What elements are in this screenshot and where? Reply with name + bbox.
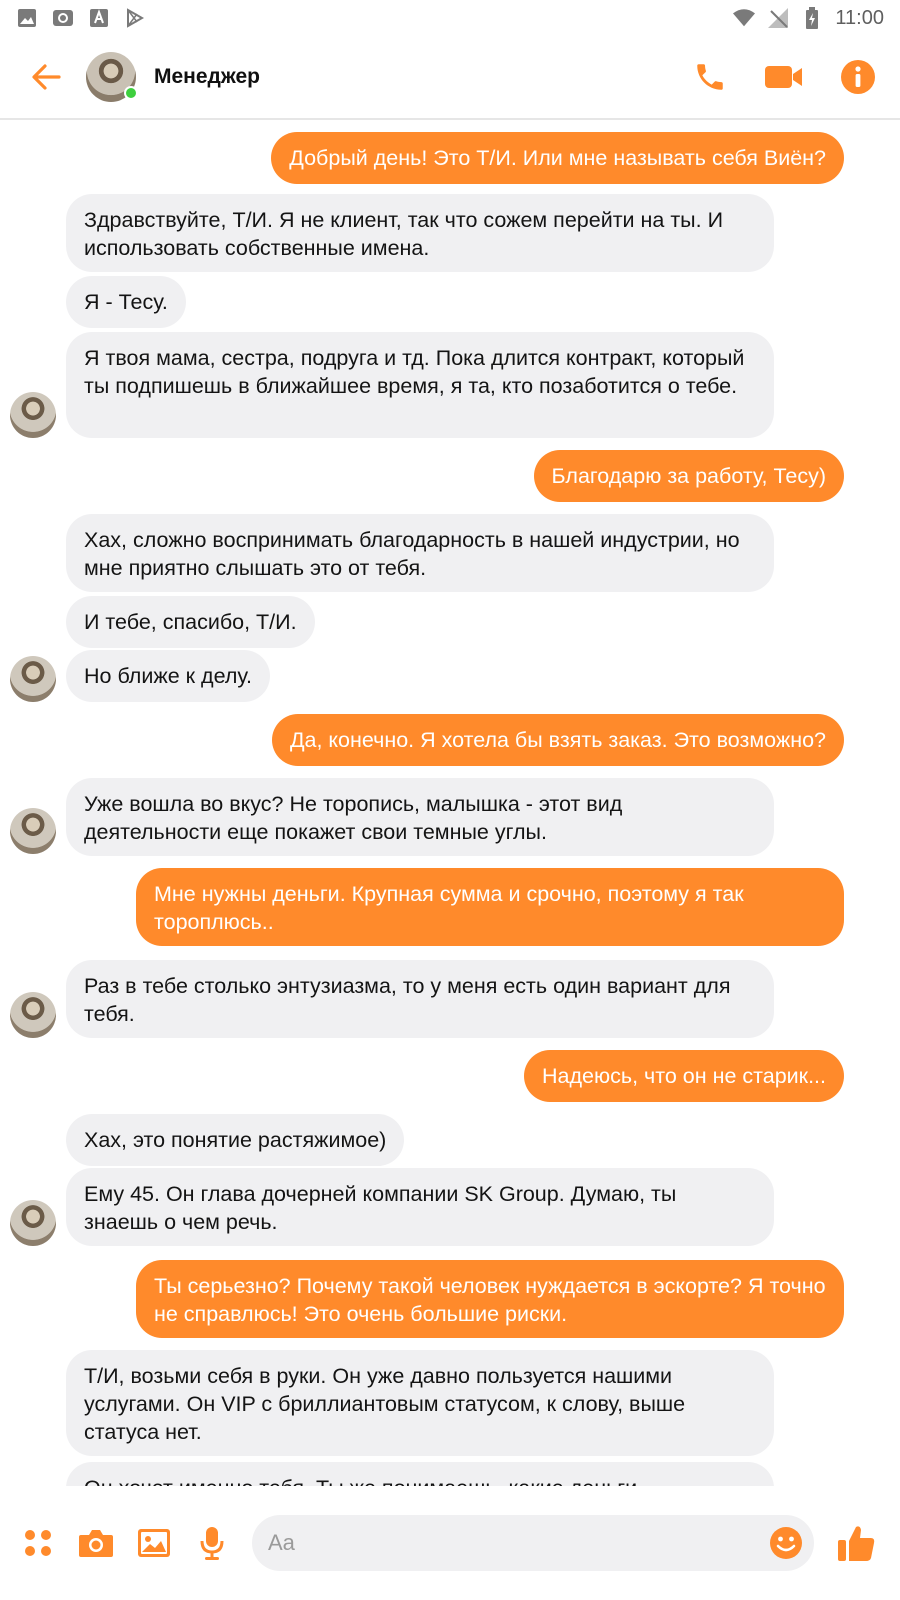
back-button[interactable] xyxy=(20,51,72,103)
message-list[interactable]: Добрый день! Это Т/И. Или мне называть с… xyxy=(0,122,900,1486)
message-composer xyxy=(0,1486,900,1600)
message-bubble-incoming[interactable]: Хах, сложно воспринимать благодарность в… xyxy=(66,514,774,592)
gallery-button[interactable] xyxy=(136,1525,172,1561)
gallery-icon xyxy=(138,1529,170,1557)
alarm-icon xyxy=(52,7,74,29)
message-bubble-outgoing[interactable]: Добрый день! Это Т/И. Или мне называть с… xyxy=(271,132,844,184)
message-bubble-incoming[interactable]: Но ближе к делу. xyxy=(66,650,270,702)
emoji-icon xyxy=(770,1527,802,1559)
like-button[interactable] xyxy=(834,1521,878,1565)
message-bubble-outgoing[interactable]: Надеюсь, что он не старик... xyxy=(524,1050,844,1102)
apps-button[interactable] xyxy=(20,1525,56,1561)
back-arrow-icon xyxy=(32,64,61,90)
status-time: 11:00 xyxy=(835,6,884,29)
message-bubble-outgoing[interactable]: Мне нужны деньги. Крупная сумма и срочно… xyxy=(136,868,844,946)
sender-avatar[interactable] xyxy=(10,656,56,702)
image-icon xyxy=(16,7,38,29)
status-bar: 11:00 xyxy=(0,0,900,36)
message-bubble-incoming[interactable]: Раз в тебе столько энтузиазма, то у меня… xyxy=(66,960,774,1038)
phone-icon xyxy=(697,64,723,90)
message-bubble-incoming[interactable]: Здравствуйте, Т/И. Я не клиент, так что … xyxy=(66,194,774,272)
header-actions xyxy=(690,57,878,97)
sender-avatar[interactable] xyxy=(10,392,56,438)
camera-icon xyxy=(79,1530,113,1557)
wifi-icon xyxy=(733,7,756,29)
info-button[interactable] xyxy=(838,57,878,97)
battery-icon xyxy=(801,7,823,29)
message-bubble-incoming[interactable]: Я - Тесу. xyxy=(66,276,186,328)
no-signal-icon xyxy=(767,7,789,29)
message-input-container[interactable] xyxy=(252,1515,814,1571)
video-icon xyxy=(765,66,802,88)
phone-call-button[interactable] xyxy=(690,57,730,97)
sender-avatar[interactable] xyxy=(10,808,56,854)
message-bubble-incoming[interactable]: Ему 45. Он глава дочерней компании SK Gr… xyxy=(66,1168,774,1246)
message-bubble-incoming[interactable]: Он хочет именно тебя. Ты же понимаешь, к… xyxy=(66,1462,774,1486)
message-bubble-incoming[interactable]: Т/И, возьми себя в руки. Он уже давно по… xyxy=(66,1350,774,1456)
status-left-icons xyxy=(16,7,146,29)
apps-icon xyxy=(25,1530,51,1556)
font-icon xyxy=(88,7,110,29)
message-bubble-outgoing[interactable]: Благодарю за работу, Тесу) xyxy=(533,450,844,502)
message-bubble-outgoing[interactable]: Ты серьезно? Почему такой человек нуждае… xyxy=(136,1260,844,1338)
sender-avatar[interactable] xyxy=(10,992,56,1038)
online-indicator xyxy=(124,86,138,100)
microphone-icon xyxy=(200,1527,224,1560)
video-call-button[interactable] xyxy=(764,57,804,97)
play-store-icon xyxy=(124,7,146,29)
chat-header: Менеджер xyxy=(0,36,900,120)
info-icon xyxy=(841,60,875,94)
message-bubble-incoming[interactable]: Я твоя мама, сестра, подруга и тд. Пока … xyxy=(66,332,774,438)
thumbs-up-icon xyxy=(838,1526,875,1561)
camera-button[interactable] xyxy=(78,1525,114,1561)
emoji-button[interactable] xyxy=(768,1525,804,1561)
voice-button[interactable] xyxy=(194,1525,230,1561)
message-input[interactable] xyxy=(268,1530,748,1556)
message-bubble-incoming[interactable]: Уже вошла во вкус? Не торопись, малышка … xyxy=(66,778,774,856)
contact-avatar[interactable] xyxy=(86,52,138,102)
contact-name[interactable]: Менеджер xyxy=(154,65,260,89)
sender-avatar[interactable] xyxy=(10,1200,56,1246)
message-bubble-incoming[interactable]: И тебе, спасибо, Т/И. xyxy=(66,596,315,648)
message-bubble-outgoing[interactable]: Да, конечно. Я хотела бы взять заказ. Эт… xyxy=(271,714,844,766)
message-bubble-incoming[interactable]: Хах, это понятие растяжимое) xyxy=(66,1114,405,1166)
status-right-icons: 11:00 xyxy=(733,7,884,30)
